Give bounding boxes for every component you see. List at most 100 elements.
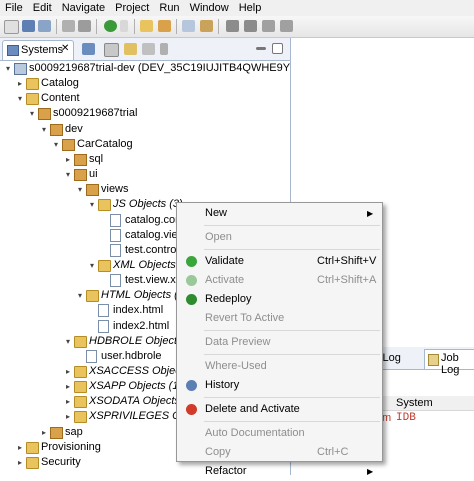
menu-item-refactor[interactable]: Refactor ▶ <box>177 462 382 481</box>
menu-file[interactable]: File <box>0 0 28 16</box>
collapse-icon[interactable]: ▾ <box>64 334 72 349</box>
tree-item[interactable]: ▾ views <box>0 182 290 197</box>
menu-separator <box>204 249 380 250</box>
collapse-icon[interactable]: ▾ <box>28 106 36 121</box>
collapse-icon[interactable]: ▾ <box>4 61 12 76</box>
expand-icon[interactable]: ▸ <box>16 76 24 91</box>
tree-item[interactable]: ▾ s0009219687trial <box>0 106 290 121</box>
run-icon[interactable] <box>104 20 117 32</box>
folder-icon <box>74 396 87 409</box>
menu-item-validate[interactable]: Validate Ctrl+Shift+V <box>177 252 382 271</box>
column-header-system: System <box>396 397 433 409</box>
close-icon[interactable]: ✕ <box>61 43 69 54</box>
nav-forward-icon[interactable] <box>280 20 293 32</box>
menu-bar: File Edit Navigate Project Run Window Help <box>0 0 474 16</box>
menu-item-activate: Activate Ctrl+Shift+A <box>177 271 382 290</box>
file-icon <box>110 243 121 257</box>
tree-item[interactable]: ▾ ui <box>0 167 290 182</box>
menu-edit[interactable]: Edit <box>28 0 57 16</box>
menu-item-new[interactable]: New ▶ <box>177 204 382 223</box>
menu-separator <box>204 421 380 422</box>
toolbar-separator <box>218 19 219 34</box>
menu-help[interactable]: Help <box>234 0 267 16</box>
menu-item-label: Refactor <box>205 465 247 477</box>
save-all-icon[interactable] <box>38 20 51 32</box>
tree-item[interactable]: ▸ Catalog <box>0 76 290 91</box>
expand-icon[interactable]: ▸ <box>64 152 72 167</box>
pkg-icon <box>50 123 63 136</box>
menu-item-delete-and-activate[interactable]: Delete and Activate <box>177 400 382 419</box>
toolbar-separator <box>134 19 135 34</box>
menu-item-history[interactable]: History <box>177 376 382 395</box>
link-editor-icon[interactable] <box>124 43 137 55</box>
view-menu-icon[interactable] <box>160 43 168 55</box>
maximize-icon[interactable] <box>272 43 283 54</box>
file-icon <box>86 349 97 363</box>
collapse-icon[interactable]: ▾ <box>16 91 24 106</box>
tree-item[interactable]: ▾ CarCatalog <box>0 137 290 152</box>
tree-item-label: Provisioning <box>41 440 101 453</box>
menu-window[interactable]: Window <box>185 0 234 16</box>
collapse-icon[interactable]: ▾ <box>52 137 60 152</box>
menu-item-label: Revert To Active <box>205 312 285 324</box>
collapse-icon[interactable]: ▾ <box>88 258 96 273</box>
folder-icon <box>86 290 99 303</box>
expand-icon[interactable]: ▸ <box>64 394 72 409</box>
tab-systems[interactable]: Systems ✕ <box>2 40 74 60</box>
folder-icon <box>74 366 87 378</box>
folder-icon <box>26 456 39 469</box>
menu-navigate[interactable]: Navigate <box>57 0 110 16</box>
new-icon[interactable] <box>4 20 19 34</box>
submenu-arrow-icon: ▶ <box>367 467 374 476</box>
collapse-icon[interactable]: ▾ <box>76 182 84 197</box>
open-folder-icon[interactable] <box>140 20 153 32</box>
run-dropdown-icon[interactable] <box>120 20 128 32</box>
minimize-icon[interactable] <box>256 47 266 50</box>
tree-item-label: index2.html <box>113 319 170 332</box>
menu-item-label: Copy <box>205 446 231 458</box>
back-icon[interactable] <box>226 20 239 32</box>
nav-back-icon[interactable] <box>262 20 275 32</box>
activate-icon <box>186 275 197 286</box>
forward-icon[interactable] <box>244 20 257 32</box>
debug-icon[interactable] <box>78 20 91 32</box>
history-icon <box>186 380 197 391</box>
expand-icon[interactable]: ▸ <box>64 409 72 424</box>
tree-item[interactable]: ▾ dev <box>0 122 290 137</box>
menu-item-redeploy[interactable]: Redeploy <box>177 290 382 309</box>
menu-item-auto-documentation: Auto Documentation <box>177 424 382 443</box>
collapse-icon[interactable]: ▾ <box>88 197 96 212</box>
skip-icon[interactable] <box>62 20 75 32</box>
tree-item-label: sql <box>89 152 104 165</box>
menu-project[interactable]: Project <box>110 0 154 16</box>
tab-job-log[interactable]: Job Log <box>424 349 474 376</box>
expand-icon[interactable]: ▸ <box>64 364 72 379</box>
collapse-all-icon[interactable] <box>104 43 119 57</box>
menu-item-revert-to-active: Revert To Active <box>177 309 382 328</box>
menu-run[interactable]: Run <box>154 0 184 16</box>
expand-icon[interactable]: ▸ <box>40 425 48 440</box>
save-icon[interactable] <box>22 20 35 32</box>
add-system-icon[interactable] <box>82 43 95 55</box>
proj-icon <box>14 63 27 75</box>
tab-systems-label: Systems <box>21 44 64 56</box>
expand-icon[interactable]: ▸ <box>16 440 24 455</box>
table-cell-system: IDB <box>396 412 416 424</box>
edit-icon[interactable] <box>200 20 213 32</box>
menu-item-data-preview: Data Preview <box>177 333 382 352</box>
tree-item-label: ui <box>89 168 98 181</box>
menu-item-label: Activate <box>205 274 245 286</box>
collapse-icon[interactable]: ▾ <box>64 167 72 182</box>
filter-icon[interactable] <box>142 43 155 55</box>
collapse-icon[interactable]: ▾ <box>40 122 48 137</box>
tree-item[interactable]: ▾ s0009219687trial-dev (DEV_35C19IUJITB4Q… <box>0 61 341 76</box>
tree-item-label: XSAPP Objects (1) <box>89 380 183 393</box>
tree-item[interactable]: ▸ sql <box>0 152 290 167</box>
collapse-icon[interactable]: ▾ <box>76 288 84 303</box>
perspective-icon[interactable] <box>158 20 171 32</box>
expand-icon[interactable]: ▸ <box>16 455 24 470</box>
tree-item[interactable]: ▾ Content <box>0 91 290 106</box>
search-icon[interactable] <box>182 20 195 32</box>
tree-item-label: index.html <box>113 304 164 317</box>
expand-icon[interactable]: ▸ <box>64 379 72 394</box>
